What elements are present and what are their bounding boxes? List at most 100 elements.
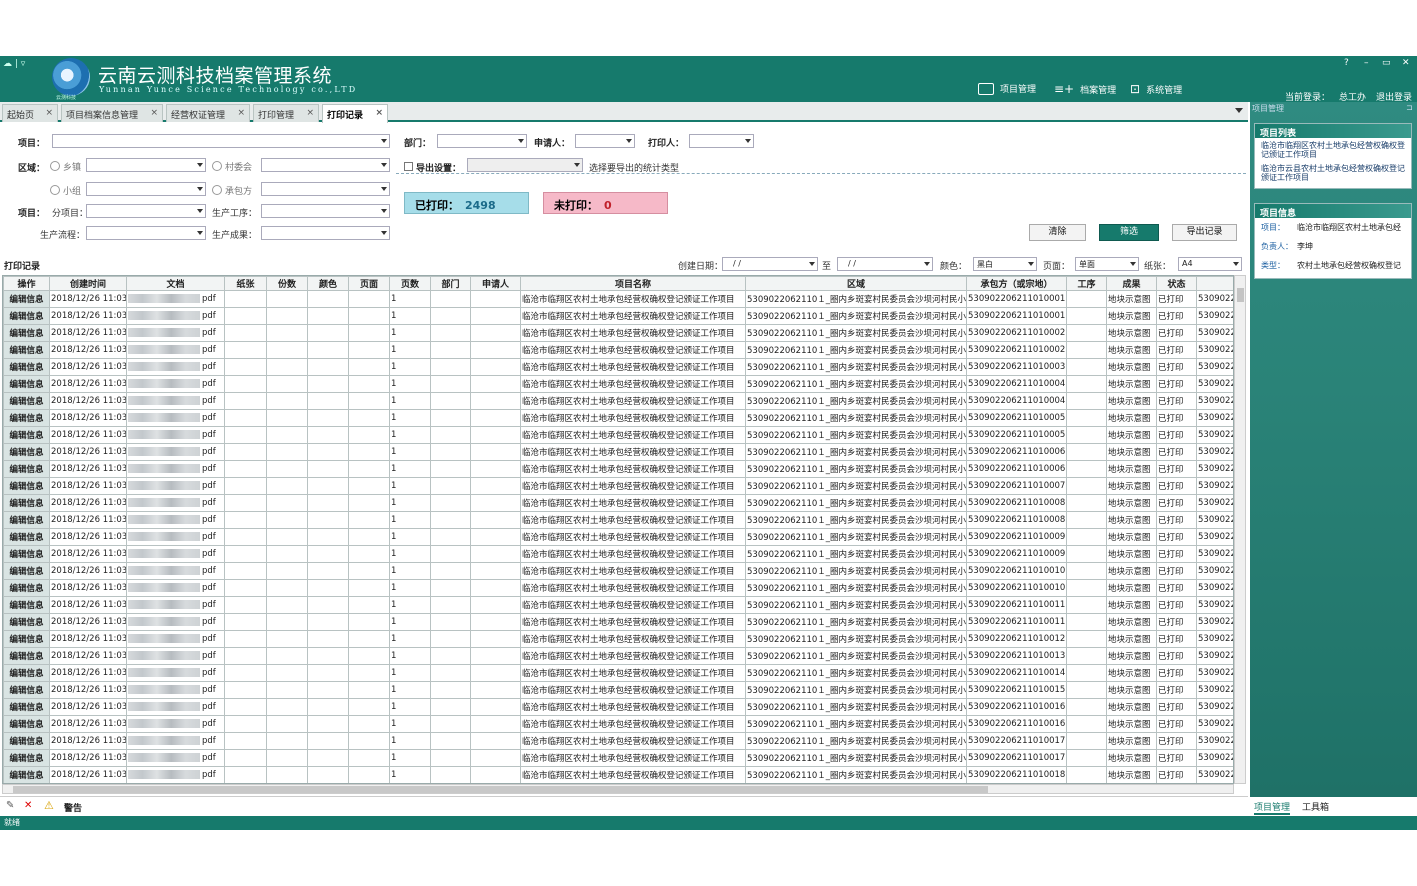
- date-from-picker[interactable]: / /: [722, 257, 818, 271]
- page-select[interactable]: 单面: [1075, 257, 1139, 271]
- edit-info-button[interactable]: 编辑信息: [3, 290, 50, 308]
- tab-list-dropdown-icon[interactable]: [1235, 108, 1243, 113]
- column-header[interactable]: 承包方（或宗地）: [966, 276, 1067, 291]
- village-radio[interactable]: 村委会: [212, 160, 252, 173]
- color-select[interactable]: 黑白: [973, 257, 1037, 271]
- flow-select[interactable]: [86, 226, 206, 240]
- quick-access-toolbar[interactable]: ☁ | ▿: [3, 59, 25, 69]
- tab-close-icon[interactable]: ×: [150, 108, 158, 118]
- table-row[interactable]: 编辑信息 2018/12/26 11:03 pdf 1 临沧市临翔区农村土地承包经营权确…: [3, 715, 1233, 733]
- tab-print-records[interactable]: 打印记录 ×: [322, 104, 388, 123]
- table-row[interactable]: 编辑信息 2018/12/26 11:03 pdf 1 临沧市临翔区农村土地承包经营权确…: [3, 630, 1233, 648]
- edit-info-button[interactable]: 编辑信息: [3, 528, 50, 546]
- nav-system-management[interactable]: ⊡ 系统管理: [1130, 82, 1182, 96]
- edit-info-button[interactable]: 编辑信息: [3, 630, 50, 648]
- table-row[interactable]: 编辑信息 2018/12/26 11:03 pdf 1 临沧市临翔区农村土地承包经营权确…: [3, 392, 1233, 410]
- tab-close-icon[interactable]: ×: [237, 108, 245, 118]
- warning-icon[interactable]: ⚠: [44, 799, 54, 812]
- export-records-button[interactable]: 导出记录: [1172, 224, 1237, 241]
- printer-select[interactable]: [689, 134, 754, 148]
- tab-project-archive[interactable]: 项目档案信息管理 ×: [61, 104, 163, 122]
- contractor-select[interactable]: [261, 182, 390, 196]
- clear-button[interactable]: 清除: [1029, 224, 1086, 241]
- edit-info-button[interactable]: 编辑信息: [3, 460, 50, 478]
- table-row[interactable]: 编辑信息 2018/12/26 11:03 pdf 1 临沧市临翔区农村土地承包经营权确…: [3, 290, 1233, 308]
- column-header[interactable]: [1196, 276, 1233, 291]
- table-row[interactable]: 编辑信息 2018/12/26 11:03 pdf 1 临沧市临翔区农村土地承包经营权确…: [3, 732, 1233, 750]
- edit-info-button[interactable]: 编辑信息: [3, 681, 50, 699]
- edit-info-button[interactable]: 编辑信息: [3, 511, 50, 529]
- column-header[interactable]: 纸张: [224, 276, 267, 291]
- table-row[interactable]: 编辑信息 2018/12/26 11:03 pdf 1 临沧市临翔区农村土地承包经营权确…: [3, 579, 1233, 597]
- table-row[interactable]: 编辑信息 2018/12/26 11:03 pdf 1 临沧市临翔区农村土地承包经营权确…: [3, 766, 1233, 783]
- edit-info-button[interactable]: 编辑信息: [3, 392, 50, 410]
- horizontal-scrollbar[interactable]: [2, 784, 1234, 794]
- tab-project-management[interactable]: 项目管理: [1254, 800, 1291, 815]
- tab-close-icon[interactable]: ×: [45, 108, 53, 118]
- edit-info-button[interactable]: 编辑信息: [3, 749, 50, 767]
- date-to-picker[interactable]: / /: [837, 257, 933, 271]
- column-header[interactable]: 工序: [1066, 276, 1107, 291]
- restore-icon[interactable]: ▭: [1382, 58, 1391, 68]
- table-row[interactable]: 编辑信息 2018/12/26 11:03 pdf 1 临沧市临翔区农村土地承包经营权确…: [3, 562, 1233, 580]
- edit-info-button[interactable]: 编辑信息: [3, 426, 50, 444]
- edit-info-button[interactable]: 编辑信息: [3, 341, 50, 359]
- warning-label[interactable]: 警告: [64, 801, 82, 814]
- paper-select[interactable]: A4: [1178, 257, 1242, 271]
- edit-info-button[interactable]: 编辑信息: [3, 443, 50, 461]
- table-row[interactable]: 编辑信息 2018/12/26 11:03 pdf 1 临沧市临翔区农村土地承包经营权确…: [3, 443, 1233, 461]
- nav-archive-management[interactable]: ≡+ 档案管理: [1054, 82, 1116, 96]
- edit-info-button[interactable]: 编辑信息: [3, 358, 50, 376]
- export-type-select[interactable]: [467, 158, 583, 172]
- result-select[interactable]: [261, 226, 390, 240]
- edit-info-button[interactable]: 编辑信息: [3, 562, 50, 580]
- column-header[interactable]: 操作: [3, 276, 50, 291]
- edit-info-button[interactable]: 编辑信息: [3, 596, 50, 614]
- table-row[interactable]: 编辑信息 2018/12/26 11:03 pdf 1 临沧市临翔区农村土地承包经营权确…: [3, 596, 1233, 614]
- edit-info-button[interactable]: 编辑信息: [3, 375, 50, 393]
- column-header[interactable]: 部门: [430, 276, 471, 291]
- edit-info-button[interactable]: 编辑信息: [3, 715, 50, 733]
- column-header[interactable]: 区域: [745, 276, 967, 291]
- edit-info-button[interactable]: 编辑信息: [3, 579, 50, 597]
- column-header[interactable]: 份数: [266, 276, 308, 291]
- tab-print-management[interactable]: 打印管理 ×: [253, 104, 319, 122]
- error-icon[interactable]: ✕: [24, 800, 32, 811]
- table-row[interactable]: 编辑信息 2018/12/26 11:03 pdf 1 临沧市临翔区农村土地承包经营权确…: [3, 409, 1233, 427]
- table-row[interactable]: 编辑信息 2018/12/26 11:03 pdf 1 临沧市临翔区农村土地承包经营权确…: [3, 460, 1233, 478]
- project-list-item[interactable]: 临沧市临翔区农村土地承包经营权确权登记颁证工作项目: [1255, 138, 1411, 161]
- close-icon[interactable]: ✕: [1402, 58, 1410, 68]
- table-row[interactable]: 编辑信息 2018/12/26 11:03 pdf 1 临沧市临翔区农村土地承包经营权确…: [3, 375, 1233, 393]
- table-row[interactable]: 编辑信息 2018/12/26 11:03 pdf 1 临沧市临翔区农村土地承包经营权确…: [3, 358, 1233, 376]
- dept-select[interactable]: [437, 134, 527, 148]
- scroll-thumb[interactable]: [1237, 288, 1244, 302]
- group-select[interactable]: [86, 182, 206, 196]
- contractor-radio[interactable]: 承包方: [212, 184, 252, 197]
- edit-info-button[interactable]: 编辑信息: [3, 613, 50, 631]
- column-header[interactable]: 申请人: [470, 276, 521, 291]
- scroll-thumb[interactable]: [13, 786, 988, 793]
- edit-info-button[interactable]: 编辑信息: [3, 409, 50, 427]
- nav-project-management[interactable]: 项目管理: [978, 82, 1036, 95]
- project-select[interactable]: [52, 134, 390, 148]
- tab-rights-cert[interactable]: 经营权证管理 ×: [166, 104, 250, 122]
- table-row[interactable]: 编辑信息 2018/12/26 11:03 pdf 1 临沧市临翔区农村土地承包经营权确…: [3, 698, 1233, 716]
- table-row[interactable]: 编辑信息 2018/12/26 11:03 pdf 1 临沧市临翔区农村土地承包经营权确…: [3, 664, 1233, 682]
- table-row[interactable]: 编辑信息 2018/12/26 11:03 pdf 1 临沧市临翔区农村土地承包经营权确…: [3, 426, 1233, 444]
- column-header[interactable]: 颜色: [307, 276, 349, 291]
- tab-toolbox[interactable]: 工具箱: [1302, 800, 1329, 813]
- table-row[interactable]: 编辑信息 2018/12/26 11:03 pdf 1 临沧市临翔区农村土地承包经营权确…: [3, 341, 1233, 359]
- vertical-scrollbar[interactable]: [1234, 275, 1246, 784]
- pin-icon[interactable]: ✎: [6, 800, 14, 811]
- table-row[interactable]: 编辑信息 2018/12/26 11:03 pdf 1 临沧市临翔区农村土地承包经营权确…: [3, 477, 1233, 495]
- column-header[interactable]: 页面: [348, 276, 390, 291]
- edit-info-button[interactable]: 编辑信息: [3, 647, 50, 665]
- column-header[interactable]: 页数: [389, 276, 431, 291]
- print-records-grid[interactable]: 操作 创建时间 文档 纸张 份数 颜色 页面 页数 部门 申请人 项目名称 区域 承包方（或宗地） 工序成…: [2, 275, 1234, 784]
- filter-button[interactable]: 筛选: [1099, 224, 1159, 241]
- table-row[interactable]: 编辑信息 2018/12/26 11:03 pdf 1 临沧市临翔区农村土地承包经营权确…: [3, 681, 1233, 699]
- edit-info-button[interactable]: 编辑信息: [3, 732, 50, 750]
- table-row[interactable]: 编辑信息 2018/12/26 11:03 pdf 1 临沧市临翔区农村土地承包经营权确…: [3, 307, 1233, 325]
- tab-close-icon[interactable]: ×: [306, 108, 314, 118]
- village-select[interactable]: [261, 158, 390, 172]
